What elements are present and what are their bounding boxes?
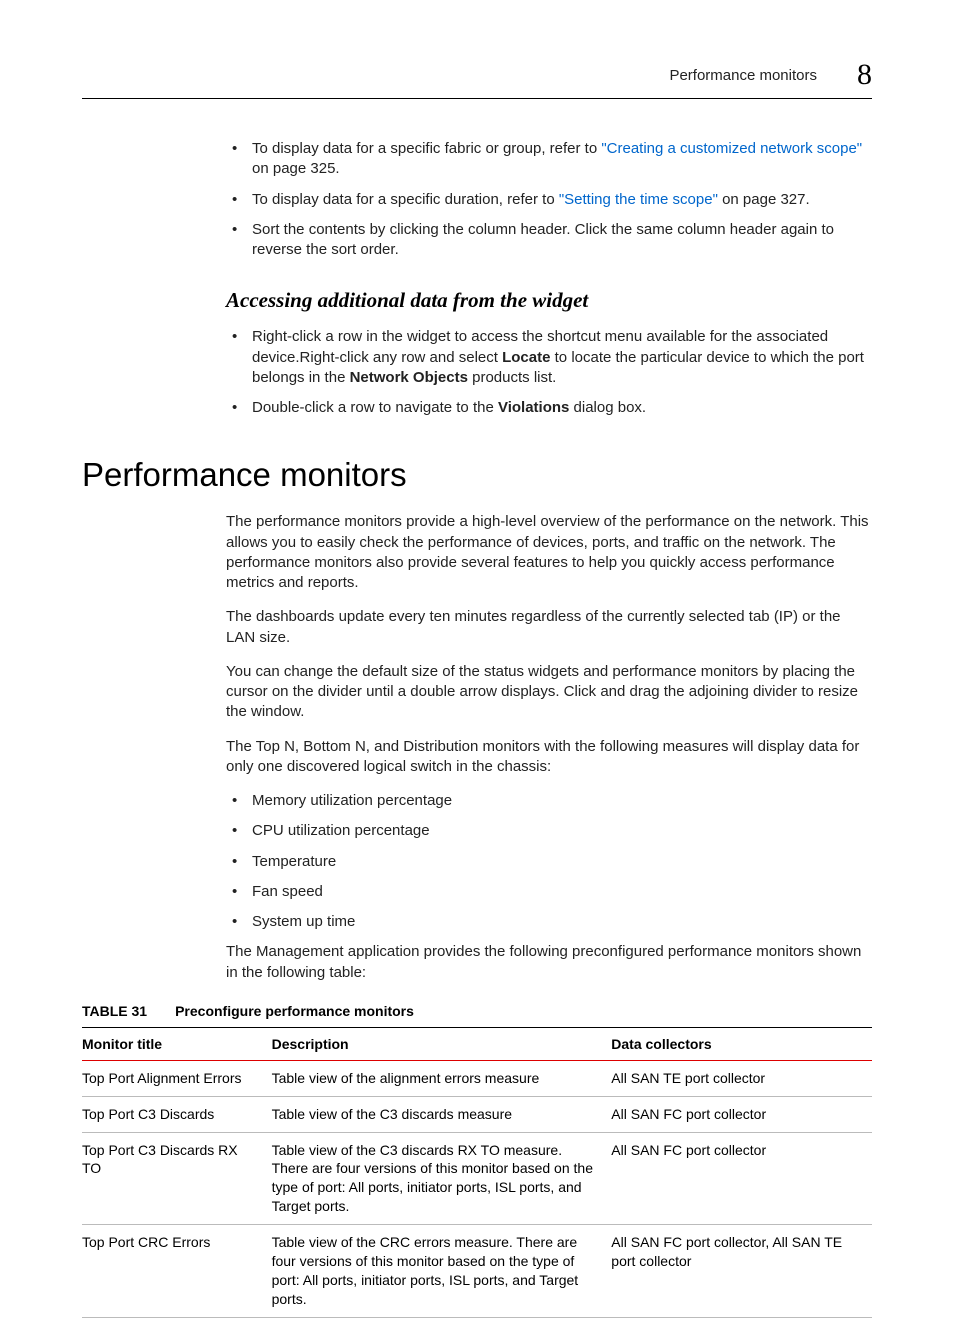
table-row: Top Port Alignment Errors Table view of …	[82, 1060, 872, 1096]
table-caption: TABLE 31 Preconfigure performance monitor…	[82, 1003, 872, 1019]
list-item: Fan speed	[226, 882, 872, 902]
col-description: Description	[272, 1027, 612, 1060]
paragraph: The Top N, Bottom N, and Distribution mo…	[226, 737, 872, 778]
list-item: Right-click a row in the widget to acces…	[226, 327, 872, 388]
cell: All SAN TE port collector	[611, 1060, 872, 1096]
table-row: Top Port C3 Discards Table view of the C…	[82, 1096, 872, 1132]
cell: Top Port C3 Discards	[82, 1096, 272, 1132]
intro-block: To display data for a specific fabric or…	[226, 139, 872, 418]
text: To display data for a specific fabric or…	[252, 140, 601, 157]
text: on page 327.	[718, 191, 810, 208]
table-number: TABLE 31	[82, 1003, 147, 1019]
col-data-collectors: Data collectors	[611, 1027, 872, 1060]
monitors-table: Monitor title Description Data collector…	[82, 1027, 872, 1318]
table-header-row: Monitor title Description Data collector…	[82, 1027, 872, 1060]
bold-violations: Violations	[498, 399, 569, 416]
text: CPU utilization percentage	[252, 822, 430, 839]
link-network-scope[interactable]: "Creating a customized network scope"	[601, 140, 862, 157]
bold-locate: Locate	[502, 349, 550, 366]
cell: Top Port CRC Errors	[82, 1225, 272, 1318]
page-header: Performance monitors 8	[0, 58, 954, 98]
list-item: CPU utilization percentage	[226, 821, 872, 841]
cell: Table view of the C3 discards measure	[272, 1096, 612, 1132]
list-item: Double-click a row to navigate to the Vi…	[226, 398, 872, 418]
accessing-bullets: Right-click a row in the widget to acces…	[226, 327, 872, 418]
running-title: Performance monitors	[669, 67, 817, 84]
bold-network-objects: Network Objects	[350, 369, 468, 386]
measures-list: Memory utilization percentage CPU utiliz…	[226, 791, 872, 932]
list-item: Sort the contents by clicking the column…	[226, 220, 872, 261]
cell: Table view of the CRC errors measure. Th…	[272, 1225, 612, 1318]
text: Memory utilization percentage	[252, 792, 452, 809]
cell: All SAN FC port collector, All SAN TE po…	[611, 1225, 872, 1318]
cell: All SAN FC port collector	[611, 1096, 872, 1132]
cell: Table view of the alignment errors measu…	[272, 1060, 612, 1096]
paragraph: You can change the default size of the s…	[226, 662, 872, 723]
text: Double-click a row to navigate to the	[252, 399, 498, 416]
paragraph: The performance monitors provide a high-…	[226, 512, 872, 593]
section-title: Performance monitors	[82, 456, 872, 494]
col-monitor-title: Monitor title	[82, 1027, 272, 1060]
table-row: Top Port C3 Discards RX TO Table view of…	[82, 1132, 872, 1225]
table-title: Preconfigure performance monitors	[175, 1003, 414, 1019]
text: Temperature	[252, 853, 336, 870]
text: dialog box.	[569, 399, 646, 416]
chapter-number: 8	[857, 58, 872, 92]
list-item: System up time	[226, 912, 872, 932]
list-item: Memory utilization percentage	[226, 791, 872, 811]
link-time-scope[interactable]: "Setting the time scope"	[559, 191, 718, 208]
list-item: To display data for a specific fabric or…	[226, 139, 872, 180]
text: Fan speed	[252, 883, 323, 900]
text: Sort the contents by clicking the column…	[252, 221, 834, 258]
cell: Top Port C3 Discards RX TO	[82, 1132, 272, 1225]
content: To display data for a specific fabric or…	[0, 99, 954, 1318]
cell: Top Port Alignment Errors	[82, 1060, 272, 1096]
page: Performance monitors 8 To display data f…	[0, 0, 954, 1318]
cell: Table view of the C3 discards RX TO meas…	[272, 1132, 612, 1225]
text: To display data for a specific duration,…	[252, 191, 559, 208]
subheading-accessing-data: Accessing additional data from the widge…	[226, 288, 872, 313]
text: System up time	[252, 913, 355, 930]
text: products list.	[468, 369, 556, 386]
list-item: Temperature	[226, 852, 872, 872]
table-row: Top Port CRC Errors Table view of the CR…	[82, 1225, 872, 1318]
list-item: To display data for a specific duration,…	[226, 190, 872, 210]
section-body: The performance monitors provide a high-…	[226, 512, 872, 983]
cell: All SAN FC port collector	[611, 1132, 872, 1225]
paragraph: The Management application provides the …	[226, 942, 872, 983]
text: on page 325.	[252, 160, 340, 177]
paragraph: The dashboards update every ten minutes …	[226, 607, 872, 648]
intro-bullets: To display data for a specific fabric or…	[226, 139, 872, 260]
